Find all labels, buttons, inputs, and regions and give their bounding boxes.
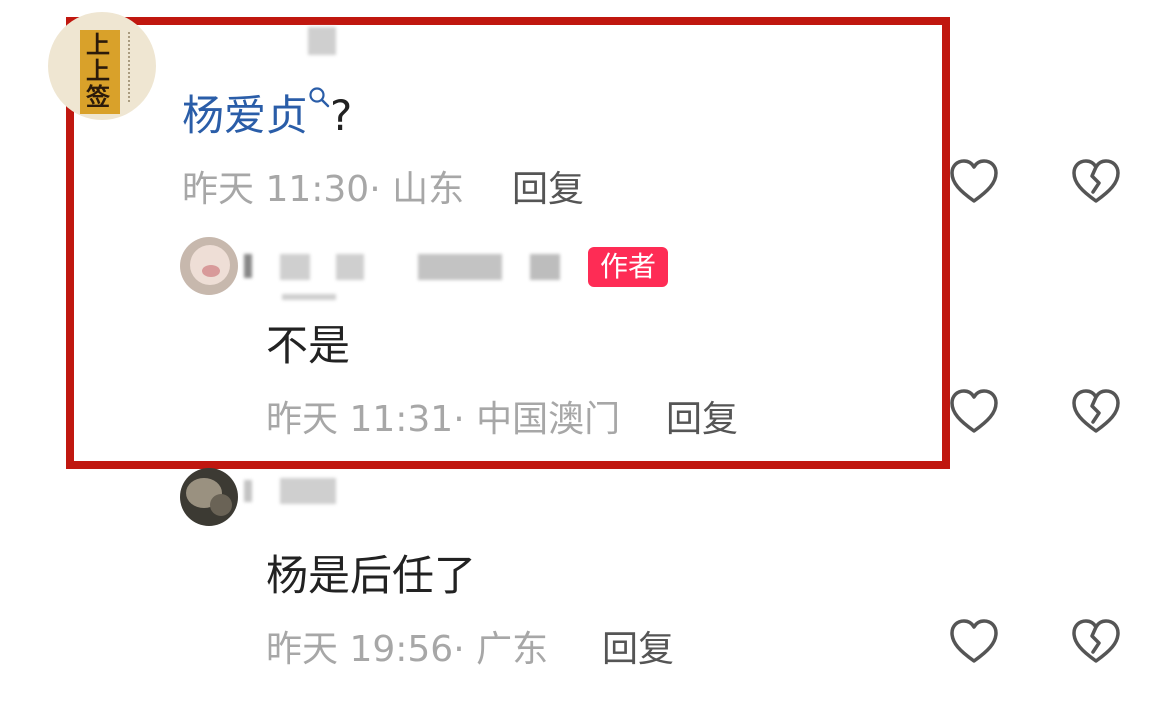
username-blurred	[280, 254, 310, 280]
username-blurred	[308, 27, 336, 55]
avatar-calligraphy: 上上签	[86, 30, 110, 111]
avatar[interactable]: 上上签	[48, 12, 156, 120]
comment-text: 杨爱贞 ?	[182, 82, 352, 143]
username-blurred	[244, 480, 252, 502]
text-blurred	[282, 294, 336, 300]
heart-icon[interactable]	[948, 386, 1000, 438]
meta-dot: ·	[453, 399, 465, 440]
meta-dot: ·	[369, 169, 381, 210]
comment-location: 山东	[392, 169, 465, 210]
reply-time: 昨天 19:56	[266, 629, 454, 670]
reply-meta: 昨天 11:31· 中国澳门	[266, 390, 620, 442]
username-blurred	[244, 254, 252, 278]
username-blurred	[280, 478, 336, 504]
reply-location: 广东	[476, 629, 549, 670]
reply-button[interactable]: 回复	[666, 390, 738, 442]
username-blurred	[530, 254, 560, 280]
search-icon[interactable]	[308, 69, 330, 108]
reply-button[interactable]: 回复	[512, 160, 584, 212]
avatar[interactable]	[180, 237, 238, 295]
heart-icon[interactable]	[948, 616, 1000, 668]
reply-text: 杨是后任了	[266, 551, 477, 600]
heart-icon[interactable]	[948, 156, 1000, 208]
mention-link[interactable]: 杨爱贞	[182, 91, 308, 140]
meta-dot: ·	[453, 629, 465, 670]
comment-meta: 昨天 11:30· 山东	[182, 160, 464, 212]
avatar[interactable]	[180, 468, 238, 526]
comment-time: 昨天 11:30	[182, 169, 370, 210]
broken-heart-icon[interactable]	[1070, 386, 1122, 438]
reply-text: 不是	[266, 321, 351, 370]
broken-heart-icon[interactable]	[1070, 156, 1122, 208]
username-blurred	[418, 254, 502, 280]
reply-location: 中国澳门	[476, 399, 621, 440]
comment-suffix: ?	[330, 91, 353, 140]
broken-heart-icon[interactable]	[1070, 616, 1122, 668]
reply-meta: 昨天 19:56· 广东	[266, 620, 548, 672]
reply-button[interactable]: 回复	[602, 620, 674, 672]
username-blurred	[336, 254, 364, 280]
author-badge: 作者	[588, 247, 669, 287]
reply-time: 昨天 11:31	[266, 399, 454, 440]
